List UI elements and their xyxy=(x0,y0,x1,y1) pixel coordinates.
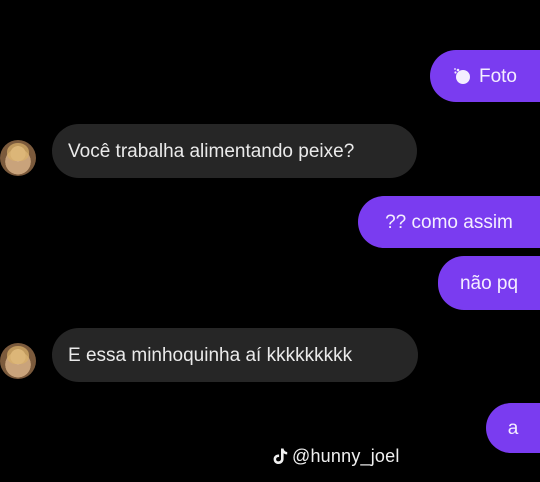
watermark: @hunny_joel xyxy=(273,446,400,467)
message-text: não pq xyxy=(459,272,519,294)
chat-thread: Foto Você trabalha alimentando peixe? ??… xyxy=(0,0,540,482)
message-text: Foto xyxy=(478,65,518,87)
message-text: ?? como assim xyxy=(385,211,513,233)
message-text: a xyxy=(507,417,519,439)
message-received[interactable]: E essa minhoquinha aí kkkkkkkkk xyxy=(52,328,418,382)
message-text: E essa minhoquinha aí kkkkkkkkk xyxy=(68,344,353,366)
photo-icon xyxy=(453,67,471,85)
message-sent-photo[interactable]: Foto xyxy=(430,50,540,102)
message-received[interactable]: Você trabalha alimentando peixe? xyxy=(52,124,417,178)
avatar[interactable] xyxy=(0,343,36,379)
avatar[interactable] xyxy=(0,140,36,176)
message-sent[interactable]: ?? como assim xyxy=(358,196,540,248)
watermark-handle: @hunny_joel xyxy=(292,446,400,466)
message-sent[interactable]: não pq xyxy=(438,256,540,310)
message-sent[interactable]: a xyxy=(486,403,540,453)
message-text: Você trabalha alimentando peixe? xyxy=(68,140,355,162)
tiktok-icon xyxy=(273,448,288,465)
